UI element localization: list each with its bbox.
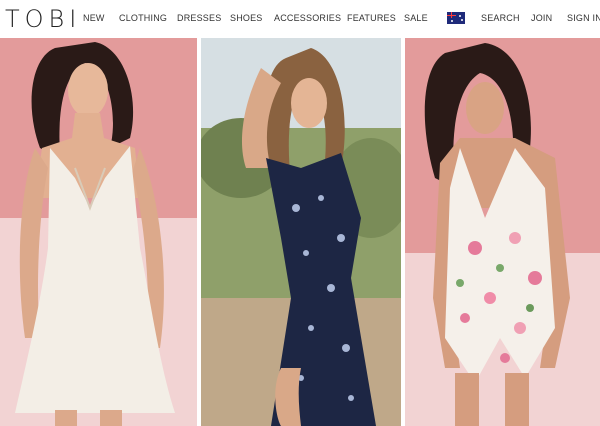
nav-search[interactable]: SEARCH (481, 13, 520, 24)
nav-clothing[interactable]: CLOTHING (119, 13, 167, 24)
nav-sign-in[interactable]: SIGN IN (567, 13, 600, 24)
lace-dress-photo (0, 38, 197, 426)
hero-image-floral-wrap-dress[interactable] (201, 38, 401, 426)
nav-shoes[interactable]: SHOES (230, 13, 263, 24)
nav-sale[interactable]: SALE (404, 13, 428, 24)
hero-image-lace-dress[interactable] (0, 38, 197, 426)
nav-dresses[interactable]: DRESSES (177, 13, 221, 24)
nav-features[interactable]: FEATURES (347, 13, 396, 24)
nav-join[interactable]: JOIN (531, 13, 552, 24)
floral-romper-photo (405, 38, 600, 426)
floral-dress-photo (201, 38, 401, 426)
nav-new[interactable]: NEW (83, 13, 105, 24)
nav-accessories[interactable]: ACCESSORIES (274, 13, 341, 24)
hero-image-floral-romper[interactable] (405, 38, 600, 426)
tobi-logo[interactable]: TOBI (5, 4, 81, 34)
site-header: TOBI NEW CLOTHING DRESSES SHOES ACCESSOR… (0, 0, 600, 38)
australia-flag-icon[interactable] (447, 12, 465, 24)
